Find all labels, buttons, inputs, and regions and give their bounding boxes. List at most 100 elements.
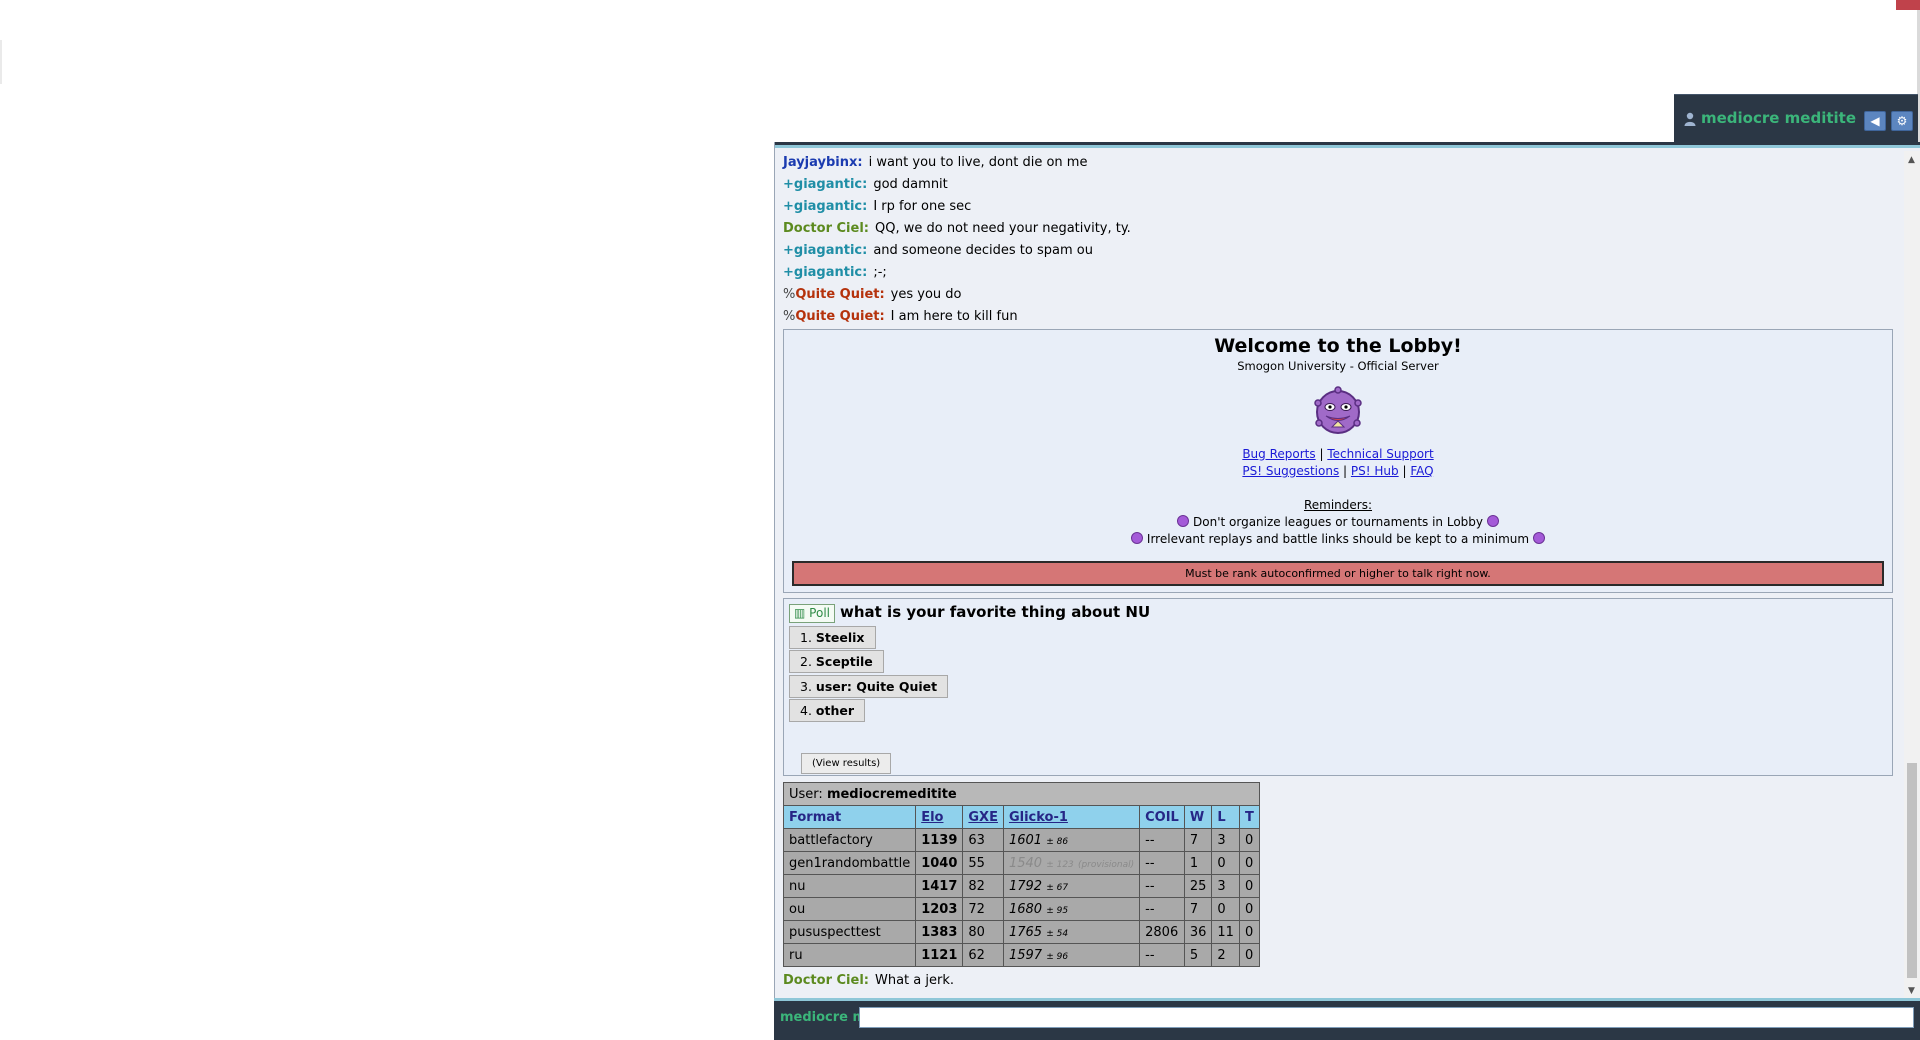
poll-option-label: Sceptile [815, 654, 873, 669]
chat-room: ▲ ▼ Jayjaybinx: i want you to live, dont … [774, 142, 1920, 1040]
ladder-user-row: User: mediocremeditite [783, 782, 1260, 806]
ladder-row: pususpecttest 1383 80 1765 ± 54 2806 36 11 0 [782, 920, 1260, 944]
wins-cell: 5 [1183, 943, 1213, 967]
ps-suggestions-link[interactable]: PS! Suggestions [1242, 464, 1339, 478]
chat-username[interactable]: Jayjaybinx: [783, 155, 863, 170]
glicko-deviation: ± 86 [1046, 836, 1069, 847]
scroll-up-icon[interactable]: ▲ [1908, 155, 1915, 165]
format-cell: pususpecttest [782, 920, 917, 944]
glicko-deviation: ± 54 [1046, 928, 1069, 939]
glicko-value: 1597 [1008, 947, 1043, 963]
koffing-bullet-icon [1177, 515, 1190, 527]
elo-cell: 1139 [915, 828, 964, 852]
ps-hub-link[interactable]: PS! Hub [1351, 464, 1399, 478]
reminder-item: Irrelevant replays and battle links shou… [784, 531, 1892, 548]
ties-cell: 0 [1238, 897, 1260, 921]
elo-cell: 1383 [915, 920, 964, 944]
losses-cell: 0 [1211, 851, 1240, 875]
view-results-button[interactable]: (View results) [801, 753, 892, 774]
wins-cell: 1 [1183, 851, 1213, 875]
glicko-value: 1765 [1008, 924, 1043, 940]
bar-chart-icon: ▥ [794, 606, 806, 620]
chat-message: +giagantic: I rp for one sec [783, 196, 1895, 218]
poll-question: what is your favorite thing about NU [840, 603, 1151, 621]
format-cell: battlefactory [782, 828, 917, 852]
koffing-bullet-icon [1486, 515, 1499, 527]
ties-cell: 0 [1238, 943, 1260, 967]
glicko-cell: 1597 ± 96 [1002, 943, 1141, 967]
ladder-row: nu 1417 82 1792 ± 67 -- 25 3 0 [782, 874, 1260, 898]
glicko-cell: 1540 ± 123 (provisional) [1002, 851, 1141, 875]
coil-cell: -- [1139, 851, 1185, 875]
chat-username[interactable]: Quite Quiet: [795, 309, 884, 324]
chat-rank: % [783, 287, 796, 302]
input-username[interactable]: mediocre m [780, 1010, 866, 1025]
chat-username[interactable]: +giagantic: [783, 243, 867, 258]
chat-username[interactable]: +giagantic: [783, 177, 867, 192]
col-w: W [1183, 805, 1213, 829]
chat-username[interactable]: +giagantic: [783, 199, 867, 214]
scroll-thumb[interactable] [1907, 763, 1917, 978]
glicko-cell: 1601 ± 86 [1002, 828, 1141, 852]
left-edge-fragment [0, 40, 2, 84]
autoconfirmed-alert: Must be rank autoconfirmed or higher to … [792, 561, 1884, 586]
user-icon[interactable] [1684, 112, 1696, 126]
sound-button[interactable]: ◀ [1864, 111, 1886, 131]
col-glicko[interactable]: Glicko-1 [1002, 805, 1141, 829]
faq-link[interactable]: FAQ [1410, 464, 1433, 478]
ladder-user-cell: User: mediocremeditite [783, 782, 1260, 806]
chat-text: and someone decides to spam ou [873, 243, 1093, 258]
lobby-welcome-box: Welcome to the Lobby! Smogon University … [783, 329, 1893, 593]
poll-option-number: 3. [800, 679, 812, 694]
chat-text: i want you to live, dont die on me [868, 155, 1088, 170]
bug-reports-link[interactable]: Bug Reports [1242, 447, 1315, 461]
losses-cell: 11 [1211, 920, 1240, 944]
gxe-cell: 72 [962, 897, 1004, 921]
col-elo[interactable]: Elo [915, 805, 964, 829]
poll-option-button[interactable]: 1. Steelix [789, 626, 876, 649]
wins-cell: 7 [1183, 897, 1213, 921]
glicko-cell: 1680 ± 95 [1002, 897, 1141, 921]
chat-username[interactable]: Quite Quiet: [795, 287, 884, 302]
poll-option-button[interactable]: 4. other [789, 699, 866, 722]
wins-cell: 36 [1183, 920, 1213, 944]
ladder-row: ru 1121 62 1597 ± 96 -- 5 2 0 [782, 943, 1260, 967]
chat-input-bar: mediocre m [774, 998, 1920, 1040]
losses-cell: 3 [1211, 874, 1240, 898]
ladder-user-label: User: [789, 786, 823, 802]
glicko-deviation: ± 67 [1046, 882, 1069, 893]
corner-fragment [1896, 0, 1920, 10]
chat-text: I rp for one sec [873, 199, 972, 214]
chat-username[interactable]: Doctor Ciel: [783, 973, 869, 988]
chat-username[interactable]: +giagantic: [783, 265, 867, 280]
chat-input[interactable] [859, 1007, 1914, 1028]
col-gxe[interactable]: GXE [962, 805, 1004, 829]
gxe-cell: 55 [962, 851, 1004, 875]
speaker-icon: ◀ [1870, 114, 1880, 128]
chat-text: What a jerk. [874, 973, 954, 988]
ties-cell: 0 [1238, 828, 1260, 852]
reminder-text: Irrelevant replays and battle links shou… [1146, 532, 1530, 546]
chat-username[interactable]: Doctor Ciel: [783, 221, 869, 236]
settings-button[interactable]: ⚙ [1891, 111, 1913, 131]
link-separator: | [1402, 464, 1407, 478]
chat-log: Jayjaybinx: i want you to live, dont die … [782, 152, 1895, 992]
format-cell: ou [782, 897, 917, 921]
poll-option-button[interactable]: 2. Sceptile [789, 650, 884, 673]
username[interactable]: mediocre meditite [1701, 109, 1856, 127]
ties-cell: 0 [1238, 851, 1260, 875]
koffing-mascot-icon [1314, 386, 1362, 434]
chat-message: +giagantic: ;-; [783, 262, 1895, 284]
poll-option-button[interactable]: 3. user: Quite Quiet [789, 675, 949, 698]
chat-messages: Jayjaybinx: i want you to live, dont die … [783, 152, 1895, 328]
link-separator: | [1343, 464, 1348, 478]
koffing-bullet-icon [1532, 532, 1545, 544]
glicko-deviation: ± 96 [1046, 951, 1069, 962]
chat-scrollbar[interactable]: ▲ ▼ [1904, 151, 1920, 998]
gxe-cell: 62 [962, 943, 1004, 967]
format-cell: gen1randombattle [782, 851, 917, 875]
ladder-table: User: mediocremeditite Format Elo GXE Gl… [782, 782, 1260, 967]
scroll-down-icon[interactable]: ▼ [1908, 986, 1915, 996]
technical-support-link[interactable]: Technical Support [1327, 447, 1433, 461]
poll-option-number: 1. [800, 630, 812, 645]
